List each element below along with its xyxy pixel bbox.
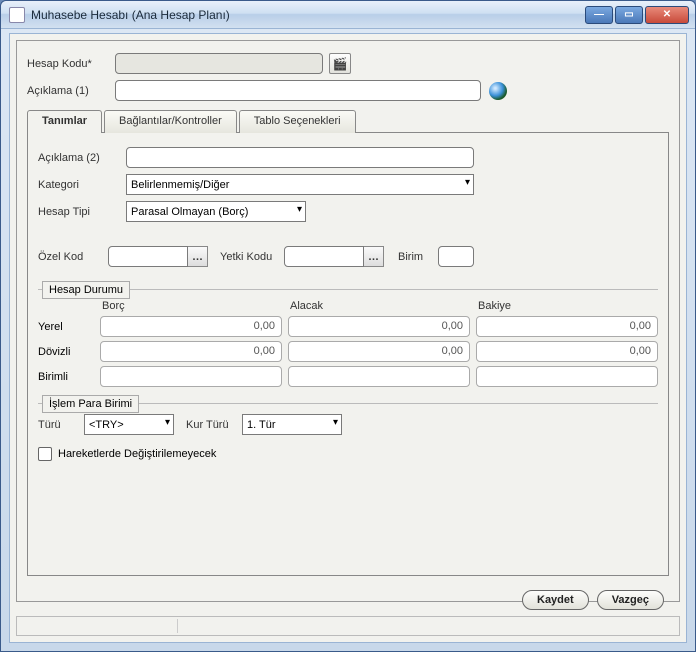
aciklama1-label: Açıklama (1): [27, 85, 115, 97]
yerel-bakiye: 0,00: [476, 316, 658, 337]
aciklama2-label: Açıklama (2): [38, 152, 126, 164]
maximize-button[interactable]: ▭: [615, 6, 643, 24]
tab-tanimlar[interactable]: Tanımlar: [27, 110, 102, 133]
birimli-alacak: [288, 366, 470, 387]
yetki-kodu-lookup-button[interactable]: …: [364, 246, 384, 267]
client-area: Hesap Kodu* 🎬 Açıklama (1) Tanımlar Bağl…: [9, 33, 687, 643]
col-alacak: Alacak: [288, 300, 470, 312]
dovizli-bakiye: 0,00: [476, 341, 658, 362]
footer-buttons: Kaydet Vazgeç: [522, 590, 664, 610]
vazgec-button[interactable]: Vazgeç: [597, 590, 664, 610]
clapper-icon: 🎬: [333, 57, 348, 71]
hareket-lock-label: Hareketlerde Değiştirilemeyecek: [58, 448, 216, 460]
tab-tablo-secenekleri[interactable]: Tablo Seçenekleri: [239, 110, 356, 133]
ozel-kod-label: Özel Kod: [38, 251, 108, 263]
aciklama2-input[interactable]: [126, 147, 474, 168]
hesap-durumu-title: Hesap Durumu: [42, 281, 130, 299]
col-bakiye: Bakiye: [476, 300, 658, 312]
ozel-kod-lookup-button[interactable]: …: [188, 246, 208, 267]
minimize-button[interactable]: —: [585, 6, 613, 24]
kur-turu-label: Kur Türü: [186, 419, 242, 431]
hesap-tipi-label: Hesap Tipi: [38, 206, 126, 218]
kur-turu-select[interactable]: 1. Tür: [242, 414, 342, 435]
hesap-durumu-grid: Borç Alacak Bakiye Yerel 0,00 0,00 0,00 …: [38, 300, 658, 387]
birimli-bakiye: [476, 366, 658, 387]
yetki-kodu-input[interactable]: [284, 246, 364, 267]
hesap-kodu-input[interactable]: [115, 53, 323, 74]
window-title: Muhasebe Hesabı (Ana Hesap Planı): [31, 8, 230, 22]
row-dovizli-label: Dövizli: [38, 346, 94, 358]
row-birimli-label: Birimli: [38, 371, 94, 383]
birim-input[interactable]: [438, 246, 474, 267]
app-icon: [9, 7, 25, 23]
turu-label: Türü: [38, 419, 84, 431]
titlebar[interactable]: Muhasebe Hesabı (Ana Hesap Planı) — ▭ ✕: [1, 1, 695, 29]
tab-body-tanimlar: Açıklama (2) Kategori Belirlenmemiş/Diğe…: [27, 132, 669, 576]
hareket-lock-checkbox[interactable]: [38, 447, 52, 461]
dovizli-borc: 0,00: [100, 341, 282, 362]
islem-para-title: İşlem Para Birimi: [42, 395, 139, 413]
tab-strip: Tanımlar Bağlantılar/Kontroller Tablo Se…: [27, 109, 669, 132]
yetki-kodu-label: Yetki Kodu: [220, 251, 284, 263]
row-yerel-label: Yerel: [38, 321, 94, 333]
turu-select[interactable]: <TRY>: [84, 414, 174, 435]
aciklama1-input[interactable]: [115, 80, 481, 101]
kategori-select[interactable]: Belirlenmemiş/Diğer: [126, 174, 474, 195]
birim-label: Birim: [398, 251, 438, 263]
kaydet-button[interactable]: Kaydet: [522, 590, 589, 610]
yerel-borc: 0,00: [100, 316, 282, 337]
globe-icon[interactable]: [489, 82, 507, 100]
main-panel: Hesap Kodu* 🎬 Açıklama (1) Tanımlar Bağl…: [16, 40, 680, 602]
app-window: Muhasebe Hesabı (Ana Hesap Planı) — ▭ ✕ …: [0, 0, 696, 652]
dovizli-alacak: 0,00: [288, 341, 470, 362]
ozel-kod-input[interactable]: [108, 246, 188, 267]
birimli-borc: [100, 366, 282, 387]
kategori-label: Kategori: [38, 179, 126, 191]
yerel-alacak: 0,00: [288, 316, 470, 337]
hesap-tipi-select[interactable]: Parasal Olmayan (Borç): [126, 201, 306, 222]
close-button[interactable]: ✕: [645, 6, 689, 24]
status-bar: [16, 616, 680, 636]
tab-baglantilar[interactable]: Bağlantılar/Kontroller: [104, 110, 237, 133]
hesap-kodu-label: Hesap Kodu*: [27, 58, 115, 70]
window-controls: — ▭ ✕: [585, 6, 689, 24]
col-borc: Borç: [100, 300, 282, 312]
hesap-kodu-lookup-button[interactable]: 🎬: [329, 53, 351, 74]
